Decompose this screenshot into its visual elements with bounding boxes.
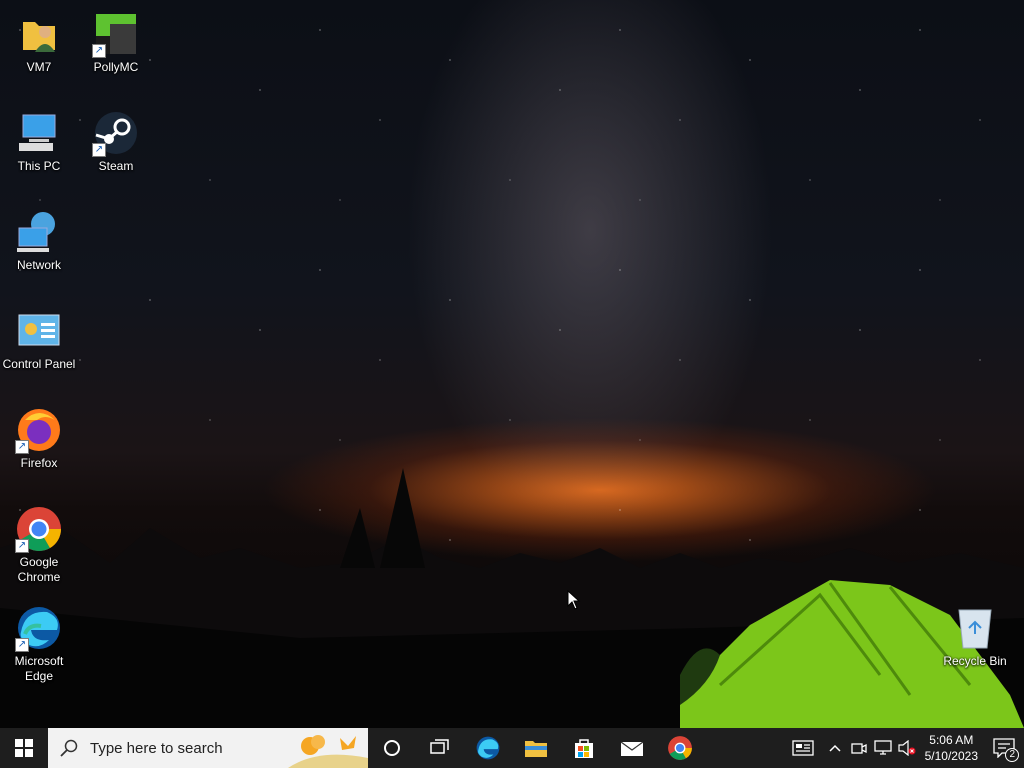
search-placeholder: Type here to search — [90, 739, 223, 757]
desktop-icon-label: Firefox — [20, 456, 58, 470]
news-icon — [791, 740, 814, 756]
windows-logo-icon — [15, 739, 33, 757]
control-panel-icon — [15, 307, 63, 355]
desktop-icon-label: Network — [16, 258, 61, 272]
firefox-icon: ↗ — [15, 406, 63, 454]
mail-icon — [620, 741, 644, 756]
desktop-icon-vm7[interactable]: VM7 — [0, 10, 78, 75]
taskbar-mail[interactable] — [608, 728, 656, 768]
network-status-icon — [873, 740, 892, 755]
clock-time: 5:06 AM — [929, 733, 974, 747]
desktop-icon-label: Google Chrome — [17, 555, 61, 584]
shortcut-arrow-icon: ↗ — [92, 44, 106, 58]
notification-count-badge: 2 — [1005, 748, 1019, 762]
desktop-icon-label: Steam — [98, 159, 134, 173]
desktop-icon-label: Recycle Bin — [943, 654, 1007, 668]
tray-meet-now[interactable] — [847, 728, 871, 768]
desktop-icon-network[interactable]: Network — [0, 208, 78, 273]
taskbar-file-explorer[interactable] — [512, 728, 560, 768]
volume-muted-icon — [898, 740, 916, 756]
system-tray: 5:06 AM 5/10/2023 2 — [783, 728, 1024, 768]
chrome-icon: ↗ — [15, 505, 63, 553]
desktop-icon-this-pc[interactable]: This PC — [0, 109, 78, 174]
microsoft-store-icon — [575, 739, 593, 758]
desktop-icon-label: This PC — [17, 159, 61, 173]
action-center-button[interactable]: 2 — [984, 728, 1024, 768]
shortcut-arrow-icon: ↗ — [15, 638, 29, 652]
cortana-icon — [384, 740, 400, 756]
user-folder-icon — [15, 10, 63, 58]
desktop-icon-label: VM7 — [26, 60, 52, 74]
edge-icon — [476, 736, 500, 760]
taskbar-edge[interactable] — [464, 728, 512, 768]
camera-icon — [850, 743, 867, 754]
show-hidden-icons-button[interactable] — [823, 728, 847, 768]
taskbar-clock[interactable]: 5:06 AM 5/10/2023 — [919, 732, 984, 764]
pollymc-icon: ↗ — [92, 10, 140, 58]
desktop-icon-control-panel[interactable]: Control Panel — [0, 307, 78, 372]
desktop-icon-steam[interactable]: ↗ Steam — [77, 109, 155, 174]
shortcut-arrow-icon: ↗ — [92, 143, 106, 157]
desktop-icon-recycle-bin[interactable]: Recycle Bin — [936, 604, 1014, 669]
chrome-icon — [668, 736, 692, 760]
task-view-icon — [430, 739, 449, 754]
taskbar: Type here to search 5:06 AM 5/10/2023 2 — [0, 728, 1024, 768]
desktop-icon-edge[interactable]: ↗ Microsoft Edge — [0, 604, 78, 684]
desktop-icon-label: PollyMC — [93, 60, 139, 74]
edge-icon: ↗ — [15, 604, 63, 652]
start-button[interactable] — [0, 728, 48, 768]
this-pc-icon — [15, 109, 63, 157]
desktop-icon-firefox[interactable]: ↗ Firefox — [0, 406, 78, 471]
steam-icon: ↗ — [92, 109, 140, 157]
taskbar-microsoft-store[interactable] — [560, 728, 608, 768]
recycle-bin-icon — [951, 604, 999, 652]
desktop-icon-pollymc[interactable]: ↗ PollyMC — [77, 10, 155, 75]
task-view-button[interactable] — [416, 728, 464, 768]
mouse-pointer-icon — [567, 590, 581, 610]
tray-volume[interactable] — [895, 728, 919, 768]
desktop-icon-label: Control Panel — [2, 357, 76, 371]
taskbar-chrome[interactable] — [656, 728, 704, 768]
desktop-icon-chrome[interactable]: ↗ Google Chrome — [0, 505, 78, 585]
tray-network[interactable] — [871, 728, 895, 768]
search-box[interactable]: Type here to search — [48, 728, 368, 768]
news-widget-button[interactable] — [783, 728, 823, 768]
shortcut-arrow-icon: ↗ — [15, 539, 29, 553]
desktop-icon-label: Microsoft Edge — [14, 654, 64, 683]
file-explorer-icon — [525, 741, 547, 757]
cortana-button[interactable] — [368, 728, 416, 768]
search-highlight-illustration-icon — [288, 735, 368, 768]
chevron-up-icon — [829, 744, 841, 752]
clock-date: 5/10/2023 — [924, 749, 978, 763]
network-icon — [15, 208, 63, 256]
shortcut-arrow-icon: ↗ — [15, 440, 29, 454]
search-icon — [60, 739, 78, 757]
